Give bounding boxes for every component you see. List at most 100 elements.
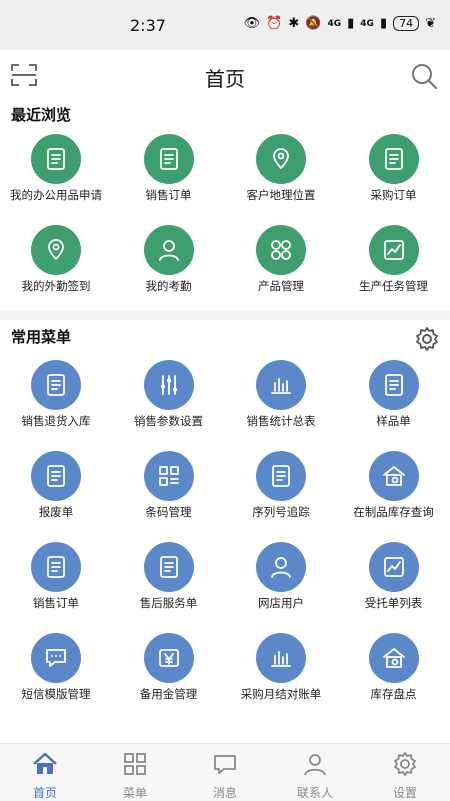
yen-icon xyxy=(143,633,194,683)
tab-label: 首页 xyxy=(32,786,57,800)
menu-grid-item[interactable]: 销售统计总表 xyxy=(225,360,337,429)
attendance-icon xyxy=(143,225,194,275)
signal-icon: ▮ xyxy=(347,16,355,31)
tab-contacts[interactable]: 联系人 xyxy=(270,744,360,801)
item-label: 采购订单 xyxy=(370,188,417,202)
service-doc-icon xyxy=(143,542,194,592)
serial-search-icon xyxy=(256,451,306,501)
sliders-icon xyxy=(143,360,194,410)
checkin-location-icon xyxy=(31,225,81,275)
menu-grid-icon xyxy=(124,753,146,775)
user-icon xyxy=(256,542,306,592)
recent-grid-item[interactable]: 销售订单 xyxy=(113,134,225,203)
menu-grid-item[interactable]: 售后服务单 xyxy=(113,542,225,611)
bar-chart-icon xyxy=(256,633,306,683)
home-icon xyxy=(33,752,57,774)
alarm-icon: ⏰ xyxy=(266,16,283,31)
menu-section: 常用菜单 销售退货入库 销售参数设置 销售统计总表 样品单报废单 条码管理 序列号追踪 在制… xyxy=(0,320,450,743)
menu-grid-item[interactable]: 序列号追踪 xyxy=(225,451,337,520)
item-label: 销售订单 xyxy=(145,188,192,202)
item-label: 我的外勤签到 xyxy=(21,279,91,293)
tab-label: 设置 xyxy=(392,786,417,800)
recent-grid-item[interactable]: 我的办公用品申请 xyxy=(0,134,112,203)
recent-title: 最近浏览 xyxy=(11,106,72,124)
status-icons: 👁 ⏰ ✱ 🔕 4G ▮ 4G ▮ 74 ❦ xyxy=(244,16,436,31)
menu-grid-item[interactable]: 在制品库存查询 xyxy=(338,451,450,520)
mute-icon: 🔕 xyxy=(305,16,322,31)
menu-grid-item[interactable]: 库存盘点 xyxy=(338,633,450,702)
tab-home[interactable]: 首页 xyxy=(0,744,90,801)
menu-grid-item[interactable]: 报废单 xyxy=(0,451,112,520)
entrusted-list-icon xyxy=(368,542,419,592)
status-time: 2:37 xyxy=(130,16,166,35)
menu-grid-item[interactable]: 销售订单 xyxy=(0,542,112,611)
warehouse-search-icon xyxy=(368,451,419,501)
tab-label: 菜单 xyxy=(122,786,147,800)
recent-grid-item[interactable]: 采购订单 xyxy=(338,134,450,203)
menu-grid-item[interactable]: 短信模版管理 xyxy=(0,633,112,702)
bar-chart-icon xyxy=(256,360,306,410)
network-4g-1: 4G xyxy=(327,18,342,29)
warehouse-icon xyxy=(368,633,419,683)
contacts-icon xyxy=(304,754,326,776)
menu-grid-item[interactable]: 备用金管理 xyxy=(113,633,225,702)
settings-icon xyxy=(394,752,416,776)
leaf-icon: ❦ xyxy=(425,16,436,31)
status-bar: 2:37 👁 ⏰ ✱ 🔕 4G ▮ 4G ▮ 74 ❦ xyxy=(0,0,450,50)
menu-title: 常用菜单 xyxy=(11,328,72,346)
tab-settings[interactable]: 设置 xyxy=(360,744,450,801)
item-label: 网店用户 xyxy=(258,596,304,610)
sales-order-icon xyxy=(31,542,81,592)
recent-section: 最近浏览 我的办公用品申请 销售订单 客户地理位置 采购订单我的外勤签到 我的考勤 产品管… xyxy=(0,100,450,310)
item-label: 我的办公用品申请 xyxy=(10,188,102,202)
item-label: 样品单 xyxy=(376,414,411,428)
item-label: 销售统计总表 xyxy=(246,414,316,428)
tab-label: 联系人 xyxy=(296,786,333,800)
menu-grid-item[interactable]: 销售参数设置 xyxy=(113,360,225,429)
item-label: 序列号追踪 xyxy=(252,505,310,519)
item-label: 客户地理位置 xyxy=(246,188,316,202)
menu-grid-item[interactable]: 网店用户 xyxy=(225,542,337,611)
section-divider xyxy=(0,310,450,320)
menu-grid-item[interactable]: 受托单列表 xyxy=(338,542,450,611)
scrap-doc-icon xyxy=(31,451,81,501)
qrcode-icon xyxy=(143,451,194,501)
item-label: 短信模版管理 xyxy=(21,687,91,701)
location-icon xyxy=(256,134,306,184)
battery-level: 74 xyxy=(393,16,420,31)
recent-grid-item[interactable]: 生产任务管理 xyxy=(338,225,450,294)
recent-grid-item[interactable]: 客户地理位置 xyxy=(225,134,337,203)
item-label: 销售订单 xyxy=(33,596,79,610)
tab-menu-grid[interactable]: 菜单 xyxy=(90,744,180,801)
item-label: 生产任务管理 xyxy=(359,279,428,293)
item-label: 产品管理 xyxy=(258,279,304,293)
sales-order-icon xyxy=(143,134,194,184)
recent-grid-item[interactable]: 产品管理 xyxy=(225,225,337,294)
gear-icon[interactable] xyxy=(414,326,440,352)
item-label: 库存盘点 xyxy=(370,687,417,701)
item-label: 采购月结对账单 xyxy=(240,687,322,701)
menu-grid-item[interactable]: 样品单 xyxy=(338,360,450,429)
menu-grid-item[interactable]: 条码管理 xyxy=(113,451,225,520)
item-label: 在制品库存查询 xyxy=(353,505,434,519)
bluetooth-icon: ✱ xyxy=(288,16,300,31)
network-4g-2: 4G xyxy=(360,18,374,29)
item-label: 条码管理 xyxy=(145,505,192,519)
recent-grid-item[interactable]: 我的考勤 xyxy=(113,225,225,294)
item-label: 销售参数设置 xyxy=(134,414,203,428)
search-icon[interactable] xyxy=(410,62,438,90)
item-label: 备用金管理 xyxy=(139,687,198,701)
item-label: 报废单 xyxy=(38,505,74,519)
purchase-order-icon xyxy=(368,134,419,184)
menu-grid-item[interactable]: 销售退货入库 xyxy=(0,360,112,429)
return-clipboard-icon xyxy=(31,360,81,410)
page-title: 首页 xyxy=(205,67,245,91)
recent-grid-item[interactable]: 我的外勤签到 xyxy=(0,225,112,294)
eye-icon: 👁 xyxy=(243,16,261,31)
sample-list-icon xyxy=(368,360,419,410)
item-label: 销售退货入库 xyxy=(21,414,91,428)
menu-grid-item[interactable]: 采购月结对账单 xyxy=(225,633,337,702)
signal-icon-2: ▮ xyxy=(379,16,388,31)
tab-message-bubble[interactable]: 消息 xyxy=(180,744,270,801)
item-label: 售后服务单 xyxy=(139,596,198,610)
